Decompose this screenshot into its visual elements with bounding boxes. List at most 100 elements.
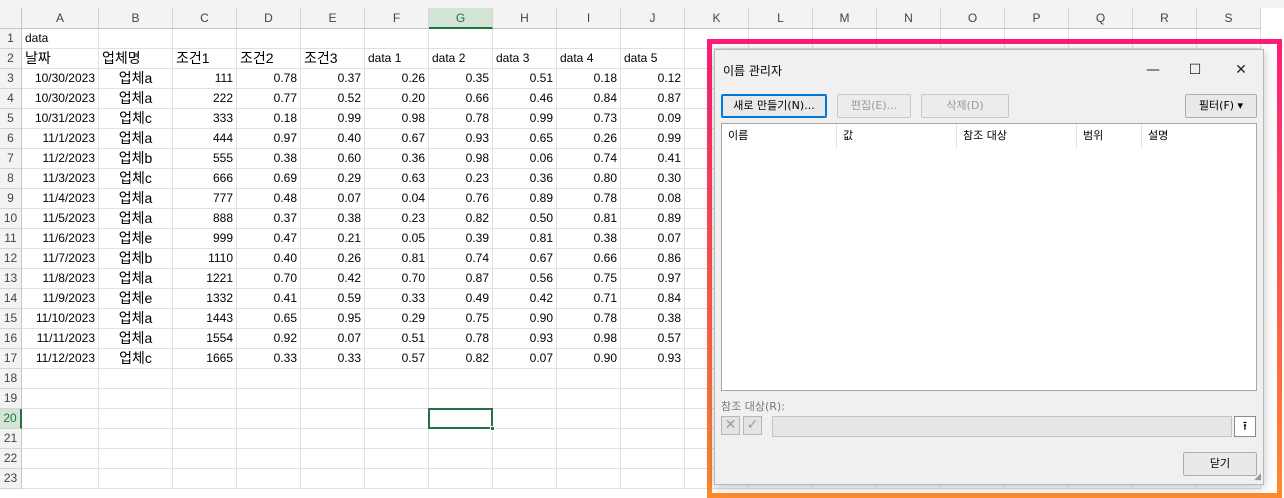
- cell-f6[interactable]: 0.67: [365, 129, 429, 149]
- cell-g6[interactable]: 0.93: [429, 129, 493, 149]
- cell-g13[interactable]: 0.87: [429, 269, 493, 289]
- cell-g19[interactable]: [429, 389, 493, 409]
- cell-f18[interactable]: [365, 369, 429, 389]
- cell-i23[interactable]: [557, 469, 621, 489]
- cell-d20[interactable]: [237, 409, 301, 429]
- maximize-icon[interactable]: ☐: [1175, 56, 1215, 84]
- cell-d23[interactable]: [237, 469, 301, 489]
- cell-i3[interactable]: 0.18: [557, 69, 621, 89]
- cell-b20[interactable]: [99, 409, 173, 429]
- cell-h17[interactable]: 0.07: [493, 349, 557, 369]
- cell-e7[interactable]: 0.60: [301, 149, 365, 169]
- row-header-9[interactable]: 9: [0, 189, 22, 209]
- cell-c13[interactable]: 1221: [173, 269, 237, 289]
- cell-d13[interactable]: 0.70: [237, 269, 301, 289]
- cell-f20[interactable]: [365, 409, 429, 429]
- cell-g3[interactable]: 0.35: [429, 69, 493, 89]
- cell-e8[interactable]: 0.29: [301, 169, 365, 189]
- cell-c1[interactable]: [173, 29, 237, 49]
- cell-i7[interactable]: 0.74: [557, 149, 621, 169]
- cell-h22[interactable]: [493, 449, 557, 469]
- cell-e15[interactable]: 0.95: [301, 309, 365, 329]
- cell-c18[interactable]: [173, 369, 237, 389]
- column-header-s[interactable]: S: [1197, 8, 1261, 29]
- cell-j16[interactable]: 0.57: [621, 329, 685, 349]
- cell-i22[interactable]: [557, 449, 621, 469]
- edit-name-button[interactable]: 편집(E)...: [837, 94, 911, 118]
- cell-i13[interactable]: 0.75: [557, 269, 621, 289]
- cell-f8[interactable]: 0.63: [365, 169, 429, 189]
- cell-h19[interactable]: [493, 389, 557, 409]
- cell-e6[interactable]: 0.40: [301, 129, 365, 149]
- cell-b19[interactable]: [99, 389, 173, 409]
- cell-d16[interactable]: 0.92: [237, 329, 301, 349]
- cell-b8[interactable]: 업체c: [99, 169, 173, 189]
- cell-g9[interactable]: 0.76: [429, 189, 493, 209]
- cell-b22[interactable]: [99, 449, 173, 469]
- select-all-corner[interactable]: [0, 8, 22, 29]
- column-header-j[interactable]: J: [621, 8, 685, 29]
- cell-c23[interactable]: [173, 469, 237, 489]
- cell-c5[interactable]: 333: [173, 109, 237, 129]
- column-header-p[interactable]: P: [1005, 8, 1069, 29]
- cell-g22[interactable]: [429, 449, 493, 469]
- cell-k1[interactable]: [685, 29, 749, 49]
- cell-h21[interactable]: [493, 429, 557, 449]
- cell-j21[interactable]: [621, 429, 685, 449]
- cell-d2[interactable]: 조건2: [237, 49, 301, 69]
- cell-e20[interactable]: [301, 409, 365, 429]
- cell-b5[interactable]: 업체c: [99, 109, 173, 129]
- cell-n1[interactable]: [877, 29, 941, 49]
- delete-name-button[interactable]: 삭제(D): [921, 94, 1009, 118]
- cell-e4[interactable]: 0.52: [301, 89, 365, 109]
- cell-h15[interactable]: 0.90: [493, 309, 557, 329]
- confirm-edit-icon[interactable]: ✓: [743, 416, 762, 435]
- cell-g17[interactable]: 0.82: [429, 349, 493, 369]
- cell-c19[interactable]: [173, 389, 237, 409]
- row-header-12[interactable]: 12: [0, 249, 22, 269]
- cell-c15[interactable]: 1443: [173, 309, 237, 329]
- cell-a19[interactable]: [22, 389, 99, 409]
- cell-h12[interactable]: 0.67: [493, 249, 557, 269]
- cell-i5[interactable]: 0.73: [557, 109, 621, 129]
- cell-b23[interactable]: [99, 469, 173, 489]
- cell-b16[interactable]: 업체a: [99, 329, 173, 349]
- cell-e17[interactable]: 0.33: [301, 349, 365, 369]
- cell-q1[interactable]: [1069, 29, 1133, 49]
- column-header-n[interactable]: N: [877, 8, 941, 29]
- cell-f15[interactable]: 0.29: [365, 309, 429, 329]
- column-header-b[interactable]: B: [99, 8, 173, 29]
- cell-j4[interactable]: 0.87: [621, 89, 685, 109]
- cell-b21[interactable]: [99, 429, 173, 449]
- collapse-dialog-icon[interactable]: ⭱: [1234, 416, 1256, 437]
- cell-b9[interactable]: 업체a: [99, 189, 173, 209]
- cell-d19[interactable]: [237, 389, 301, 409]
- cell-j12[interactable]: 0.86: [621, 249, 685, 269]
- cell-e14[interactable]: 0.59: [301, 289, 365, 309]
- list-header-value[interactable]: 값: [837, 124, 957, 148]
- cell-i6[interactable]: 0.26: [557, 129, 621, 149]
- cell-h6[interactable]: 0.65: [493, 129, 557, 149]
- cell-e12[interactable]: 0.26: [301, 249, 365, 269]
- cell-p1[interactable]: [1005, 29, 1069, 49]
- cell-f17[interactable]: 0.57: [365, 349, 429, 369]
- cell-d8[interactable]: 0.69: [237, 169, 301, 189]
- row-header-14[interactable]: 14: [0, 289, 22, 309]
- cell-i16[interactable]: 0.98: [557, 329, 621, 349]
- cell-d22[interactable]: [237, 449, 301, 469]
- cell-i15[interactable]: 0.78: [557, 309, 621, 329]
- cell-i9[interactable]: 0.78: [557, 189, 621, 209]
- row-header-17[interactable]: 17: [0, 349, 22, 369]
- cell-a14[interactable]: 11/9/2023: [22, 289, 99, 309]
- cell-e22[interactable]: [301, 449, 365, 469]
- cell-g23[interactable]: [429, 469, 493, 489]
- cell-f23[interactable]: [365, 469, 429, 489]
- cell-c22[interactable]: [173, 449, 237, 469]
- cell-b18[interactable]: [99, 369, 173, 389]
- cell-j2[interactable]: data 5: [621, 49, 685, 69]
- cell-a15[interactable]: 11/10/2023: [22, 309, 99, 329]
- cell-d3[interactable]: 0.78: [237, 69, 301, 89]
- cell-h1[interactable]: [493, 29, 557, 49]
- cell-f22[interactable]: [365, 449, 429, 469]
- cell-c8[interactable]: 666: [173, 169, 237, 189]
